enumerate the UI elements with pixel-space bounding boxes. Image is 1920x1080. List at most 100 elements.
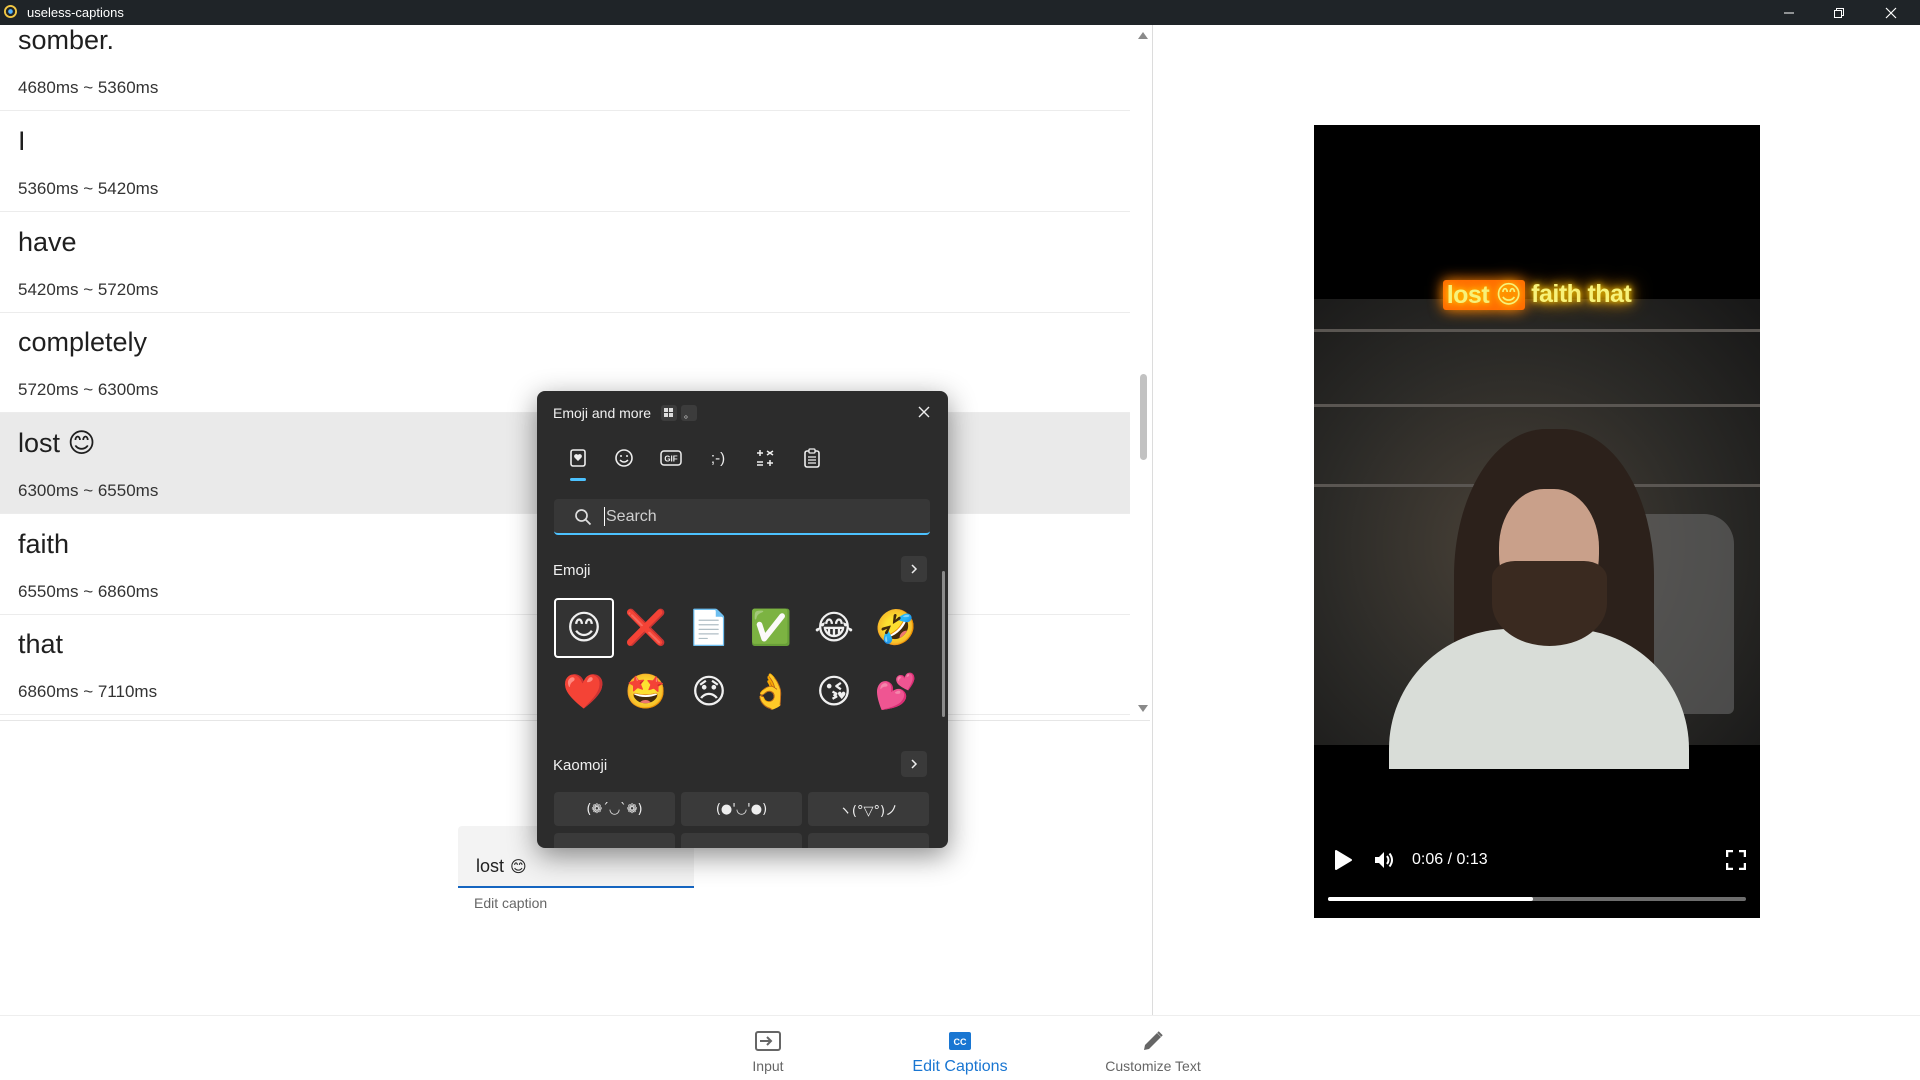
pencil-icon bbox=[1144, 1031, 1163, 1050]
emoji-panel-close-button[interactable] bbox=[913, 401, 935, 423]
fullscreen-icon[interactable] bbox=[1726, 850, 1746, 870]
video-progress-bar[interactable] bbox=[1328, 897, 1746, 901]
caption-time: 6300ms ~ 6550ms bbox=[18, 481, 159, 500]
nav-input-label: Input bbox=[752, 1058, 784, 1074]
emoji-smiling-face[interactable]: 😊 bbox=[554, 598, 614, 658]
emoji-cross-mark[interactable]: ❌ bbox=[616, 598, 676, 658]
caption-scrollbar[interactable] bbox=[1133, 25, 1153, 720]
caption-word: I bbox=[18, 126, 26, 156]
edit-caption-helper: Edit caption bbox=[474, 895, 548, 911]
caption-time: 6860ms ~ 7110ms bbox=[18, 682, 158, 701]
nav-edit-captions[interactable]: CC Edit Captions bbox=[890, 1028, 1030, 1076]
clipboard-icon bbox=[804, 448, 820, 468]
close-button[interactable] bbox=[1866, 0, 1916, 25]
caption-word: completely bbox=[18, 327, 148, 357]
emoji-panel[interactable]: Emoji and more 。 GIF ;-) Emoji 😊 ❌ 📄 ✅ 😂… bbox=[537, 391, 948, 848]
emoji-search-input[interactable] bbox=[604, 506, 908, 528]
caption-time: 6550ms ~ 6860ms bbox=[18, 582, 159, 601]
emoticon-icon: ;-) bbox=[710, 449, 726, 467]
video-progress-fill bbox=[1328, 897, 1533, 901]
nav-edit-captions-label: Edit Captions bbox=[912, 1058, 1008, 1075]
period-key-badge: 。 bbox=[681, 405, 697, 421]
active-tab-indicator bbox=[570, 478, 586, 481]
smiling-face-emoji: 😊 bbox=[67, 428, 96, 459]
kaomoji-item[interactable]: ヽ(°▽°)ノ bbox=[808, 792, 929, 826]
minimize-button[interactable] bbox=[1764, 0, 1814, 25]
caption-item[interactable]: I 5360ms ~ 5420ms bbox=[0, 111, 1130, 212]
emoji-check-mark[interactable]: ✅ bbox=[741, 598, 801, 658]
caption-time: 5360ms ~ 5420ms bbox=[18, 179, 159, 198]
emoji-panel-title: Emoji and more bbox=[553, 405, 652, 421]
volume-icon[interactable] bbox=[1372, 848, 1396, 872]
close-icon bbox=[918, 406, 930, 418]
emoji-rolling-laughing[interactable]: 🤣 bbox=[866, 598, 926, 658]
nav-customize-text[interactable]: Customize Text bbox=[1083, 1028, 1223, 1074]
tab-emoji[interactable] bbox=[610, 444, 638, 472]
nav-input[interactable]: Input bbox=[698, 1028, 838, 1074]
nav-customize-text-label: Customize Text bbox=[1105, 1058, 1201, 1074]
text-caret bbox=[604, 507, 605, 526]
scrollbar-thumb[interactable] bbox=[1140, 374, 1147, 460]
caption-word: that bbox=[18, 629, 64, 659]
app-icon bbox=[4, 5, 17, 18]
search-icon bbox=[575, 509, 592, 526]
close-icon bbox=[1885, 7, 1897, 18]
caption-time: 5420ms ~ 5720ms bbox=[18, 280, 159, 299]
caption-time: 5720ms ~ 6300ms bbox=[18, 380, 159, 399]
minimize-icon bbox=[1784, 12, 1794, 13]
scroll-down-arrow-icon[interactable] bbox=[1138, 705, 1148, 713]
smiley-icon bbox=[615, 449, 633, 467]
tab-gif[interactable]: GIF bbox=[657, 444, 685, 472]
svg-text:CC: CC bbox=[954, 1037, 967, 1047]
tab-kaomoji[interactable]: ;-) bbox=[704, 444, 732, 472]
emoji-star-struck[interactable]: 🤩 bbox=[616, 662, 676, 722]
video-player[interactable]: lost 😊 faith that 0:06 / 0:13 bbox=[1314, 125, 1760, 918]
emoji-disappointed[interactable]: 😞 bbox=[679, 662, 739, 722]
panel-divider bbox=[1152, 25, 1153, 1015]
kaomoji-item[interactable]: (●'◡'●) bbox=[681, 792, 802, 826]
caption-time: 4680ms ~ 5360ms bbox=[18, 78, 159, 97]
section-emoji-title: Emoji bbox=[553, 562, 591, 579]
emoji-face-blowing-kiss[interactable]: 😘 bbox=[804, 662, 864, 722]
video-frame bbox=[1314, 299, 1760, 769]
caption-item[interactable]: have 5420ms ~ 5720ms bbox=[0, 212, 1130, 313]
kaomoji-see-more-button[interactable] bbox=[901, 751, 927, 777]
kaomoji-item[interactable] bbox=[681, 833, 802, 848]
emoji-tears-of-joy[interactable]: 😂 bbox=[804, 598, 864, 658]
emoji-red-heart[interactable]: ❤️ bbox=[554, 662, 614, 722]
play-icon[interactable] bbox=[1330, 848, 1354, 872]
gif-icon: GIF bbox=[660, 450, 682, 466]
edit-caption-value[interactable]: lost 😊 bbox=[476, 856, 527, 877]
heart-page-icon bbox=[570, 449, 586, 467]
caption-word: have bbox=[18, 227, 77, 257]
emoji-search-field[interactable] bbox=[554, 499, 930, 535]
windows-key-icon bbox=[661, 405, 677, 421]
overlay-word-active: lost 😊 bbox=[1442, 280, 1526, 310]
restore-icon bbox=[1834, 7, 1844, 18]
restore-button[interactable] bbox=[1814, 0, 1864, 25]
emoji-two-hearts[interactable]: 💕 bbox=[866, 662, 926, 722]
tab-favorites[interactable] bbox=[564, 444, 592, 472]
input-icon bbox=[755, 1031, 781, 1051]
kaomoji-item[interactable] bbox=[808, 833, 929, 848]
emoji-panel-scrollbar[interactable] bbox=[942, 571, 945, 717]
emoji-page[interactable]: 📄 bbox=[679, 598, 739, 658]
chevron-right-icon bbox=[911, 759, 918, 769]
overlay-word: faith bbox=[1531, 280, 1582, 308]
closed-captions-icon: CC bbox=[949, 1032, 971, 1050]
kaomoji-item[interactable] bbox=[554, 833, 675, 848]
video-caption-overlay: lost 😊 faith that bbox=[1314, 280, 1760, 310]
tab-clipboard[interactable] bbox=[798, 444, 826, 472]
caption-item[interactable]: somber. 4680ms ~ 5360ms bbox=[0, 25, 1130, 111]
chevron-right-icon bbox=[911, 564, 918, 574]
symbols-icon bbox=[757, 450, 774, 466]
bottom-nav-divider bbox=[0, 1015, 1920, 1016]
tab-symbols[interactable] bbox=[751, 444, 779, 472]
emoji-see-more-button[interactable] bbox=[901, 556, 927, 582]
caption-word: somber. bbox=[18, 25, 115, 55]
svg-text:GIF: GIF bbox=[664, 455, 677, 464]
video-time: 0:06 / 0:13 bbox=[1412, 851, 1488, 868]
emoji-ok-hand[interactable]: 👌 bbox=[741, 662, 801, 722]
scroll-up-arrow-icon[interactable] bbox=[1138, 31, 1148, 39]
kaomoji-item[interactable]: (❁´◡`❁) bbox=[554, 792, 675, 826]
